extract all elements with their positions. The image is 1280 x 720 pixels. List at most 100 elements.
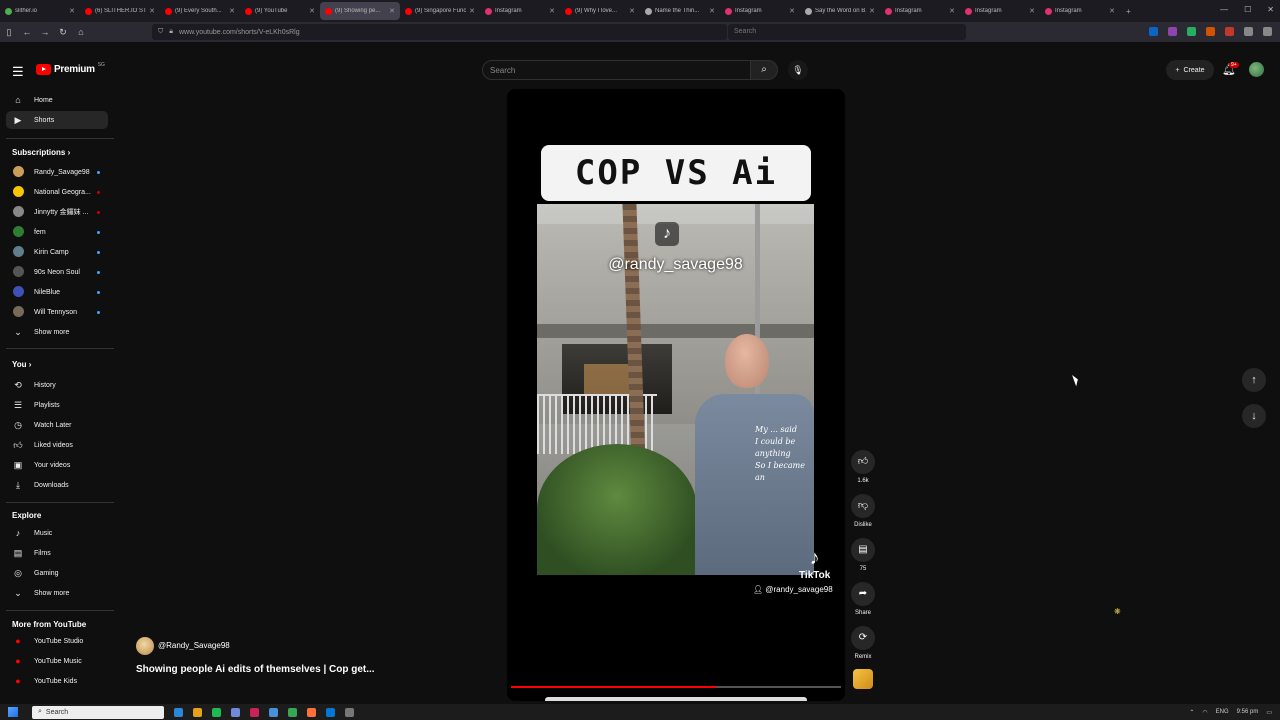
browser-search-box[interactable]: Search bbox=[728, 24, 966, 40]
tab-close-icon[interactable]: ✕ bbox=[69, 7, 75, 15]
comments-button[interactable]: ▤ bbox=[851, 538, 875, 562]
firefox-icon[interactable] bbox=[307, 707, 316, 717]
tab-close-icon[interactable]: ✕ bbox=[309, 7, 315, 15]
folder-icon[interactable] bbox=[193, 707, 202, 717]
remix-action[interactable]: ⟳ Remix bbox=[850, 626, 876, 660]
show-more-explore[interactable]: ⌄ Show more bbox=[6, 584, 108, 602]
next-short-button[interactable]: ↓ bbox=[1242, 404, 1266, 428]
forward-icon[interactable]: → bbox=[36, 27, 54, 37]
previous-short-button[interactable]: ↑ bbox=[1242, 368, 1266, 392]
sidebar-item-downloads[interactable]: ⤓ Downloads bbox=[6, 476, 108, 494]
windows-start-icon[interactable] bbox=[8, 707, 18, 717]
browser-tab[interactable]: Instagram ✕ bbox=[960, 0, 1040, 22]
sidebar-toggle-icon[interactable]: ▯ bbox=[0, 27, 18, 38]
subscriptions-heading[interactable]: Subscriptions › bbox=[12, 148, 70, 157]
dislike-button[interactable]: 👎︎ bbox=[851, 494, 875, 518]
browser-tab[interactable]: (6) SLITHER.IO STR...✕ bbox=[80, 0, 160, 22]
close-icon[interactable]: ✕ bbox=[1267, 5, 1274, 14]
tab-close-icon[interactable]: ✕ bbox=[789, 7, 795, 15]
wifi-icon[interactable]: ◠ bbox=[1202, 709, 1207, 716]
channel-name[interactable]: @Randy_Savage98 bbox=[158, 641, 230, 650]
tab-close-icon[interactable]: ✕ bbox=[389, 7, 395, 15]
share-action[interactable]: ➦ Share bbox=[850, 582, 876, 616]
hamburger-menu-icon[interactable]: ☰ bbox=[12, 64, 24, 80]
browser-tab[interactable]: Instagram ✕ bbox=[880, 0, 960, 22]
sidebar-item-youtube-studio[interactable]: ● YouTube Studio bbox=[6, 632, 108, 650]
back-icon[interactable]: ← bbox=[18, 27, 36, 37]
new-tab-icon[interactable]: + bbox=[1126, 7, 1131, 16]
reload-icon[interactable]: ↻ bbox=[54, 27, 72, 38]
browser-tab[interactable]: Instagram ✕ bbox=[720, 0, 800, 22]
tab-close-icon[interactable]: ✕ bbox=[629, 7, 635, 15]
comments-action[interactable]: ▤ 75 bbox=[850, 538, 876, 572]
taskbar-app-icon[interactable] bbox=[212, 707, 221, 717]
tab-close-icon[interactable]: ✕ bbox=[869, 7, 875, 15]
extension-icon[interactable] bbox=[1149, 27, 1158, 36]
sidebar-item-watch-later[interactable]: ◷ Watch Later bbox=[6, 416, 108, 434]
taskbar-app-icon[interactable] bbox=[345, 707, 354, 717]
browser-tab[interactable]: Name the Thin... ✕ bbox=[640, 0, 720, 22]
sidebar-item-youtube-music[interactable]: ● YouTube Music bbox=[6, 652, 108, 670]
sound-thumbnail[interactable] bbox=[853, 669, 873, 689]
language-indicator[interactable]: ENG bbox=[1216, 709, 1229, 715]
show-more-subscriptions[interactable]: ⌄ Show more bbox=[6, 323, 108, 341]
sidebar-item-liked-videos[interactable]: 👍︎ Liked videos bbox=[6, 436, 108, 454]
tab-close-icon[interactable]: ✕ bbox=[229, 7, 235, 15]
browser-tab[interactable]: (9) Singapore Func... ✕ bbox=[400, 0, 480, 22]
extension-icon[interactable] bbox=[1225, 27, 1234, 36]
voice-search-button[interactable]: 🎙︎ bbox=[788, 60, 808, 80]
extension-icon[interactable] bbox=[1206, 27, 1215, 36]
sidebar-item-playlists[interactable]: ☰ Playlists bbox=[6, 396, 108, 414]
create-button[interactable]: + Create bbox=[1166, 60, 1214, 80]
subscription-item[interactable]: National Geogra... bbox=[6, 183, 108, 201]
account-avatar[interactable] bbox=[1249, 62, 1264, 77]
search-button[interactable]: ⌕ bbox=[750, 60, 778, 80]
taskbar-app-icon[interactable] bbox=[174, 707, 183, 717]
taskbar-app-icon[interactable] bbox=[288, 707, 297, 717]
browser-tab[interactable]: (9) YouTube ✕ bbox=[240, 0, 320, 22]
browser-tab[interactable]: (9) Every South... ✕ bbox=[160, 0, 240, 22]
sidebar-item-your-videos[interactable]: ▣ Your videos bbox=[6, 456, 108, 474]
browser-tab[interactable]: Instagram ✕ bbox=[1040, 0, 1120, 22]
browser-tab[interactable]: Say the Word on B... ✕ bbox=[800, 0, 880, 22]
sidebar-item-home[interactable]: ⌂ Home bbox=[6, 91, 108, 109]
taskbar-app-icon[interactable] bbox=[250, 707, 259, 717]
subscription-item[interactable]: NileBlue bbox=[6, 283, 108, 301]
shorts-video-player[interactable]: COP VS Ai My ... said I could be anything… bbox=[507, 89, 845, 701]
extension-icon[interactable] bbox=[1244, 27, 1253, 36]
sidebar-item-shorts[interactable]: ▶ Shorts bbox=[6, 111, 108, 129]
video-progress-bar[interactable] bbox=[511, 686, 841, 688]
url-text[interactable]: www.youtube.com/shorts/V-eLKh0sRlg bbox=[179, 29, 300, 36]
sidebar-item-youtube-kids[interactable]: ● YouTube Kids bbox=[6, 672, 108, 690]
dislike-action[interactable]: 👎︎ Dislike bbox=[850, 494, 876, 528]
subscription-item[interactable]: 90s Neon Soul bbox=[6, 263, 108, 281]
tab-close-icon[interactable]: ✕ bbox=[709, 7, 715, 15]
video-title[interactable]: Showing people Ai edits of themselves | … bbox=[136, 664, 375, 675]
menu-icon[interactable] bbox=[1263, 27, 1272, 36]
taskbar-app-icon[interactable] bbox=[231, 707, 240, 717]
tab-close-icon[interactable]: ✕ bbox=[469, 7, 475, 15]
clock[interactable]: 9:56 pm bbox=[1237, 709, 1259, 715]
sidebar-item-films[interactable]: ▤ Films bbox=[6, 544, 108, 562]
browser-tab[interactable]: (9) Showing pe... ✕ bbox=[320, 2, 400, 20]
address-bar[interactable]: ⛉ 🔒︎ www.youtube.com/shorts/V-eLKh0sRlg bbox=[152, 24, 727, 40]
browser-tab[interactable]: slither.io ✕ bbox=[0, 0, 80, 22]
subscription-item[interactable]: Randy_Savage98 bbox=[6, 163, 108, 181]
tab-close-icon[interactable]: ✕ bbox=[1029, 7, 1035, 15]
taskbar-app-icon[interactable] bbox=[269, 707, 278, 717]
minimize-icon[interactable]: — bbox=[1220, 5, 1228, 14]
you-heading[interactable]: You › bbox=[12, 360, 31, 369]
sidebar-item-gaming[interactable]: ◎ Gaming bbox=[6, 564, 108, 582]
tab-close-icon[interactable]: ✕ bbox=[549, 7, 555, 15]
youtube-logo[interactable]: Premium SG bbox=[36, 62, 105, 75]
taskbar-app-icon[interactable] bbox=[326, 707, 335, 717]
remix-button[interactable]: ⟳ bbox=[851, 626, 875, 650]
browser-tab[interactable]: Instagram ✕ bbox=[480, 0, 560, 22]
subscription-item[interactable]: Jinnytty 金鑼妹 ... bbox=[6, 203, 108, 221]
like-action[interactable]: 👍︎ 1.6k bbox=[850, 450, 876, 484]
subscription-item[interactable]: Kirin Camp bbox=[6, 243, 108, 261]
sidebar-item-music[interactable]: ♪ Music bbox=[6, 524, 108, 542]
extension-icon[interactable] bbox=[1168, 27, 1177, 36]
notification-center-icon[interactable]: ▭ bbox=[1266, 709, 1272, 716]
maximize-icon[interactable]: ☐ bbox=[1244, 5, 1251, 14]
